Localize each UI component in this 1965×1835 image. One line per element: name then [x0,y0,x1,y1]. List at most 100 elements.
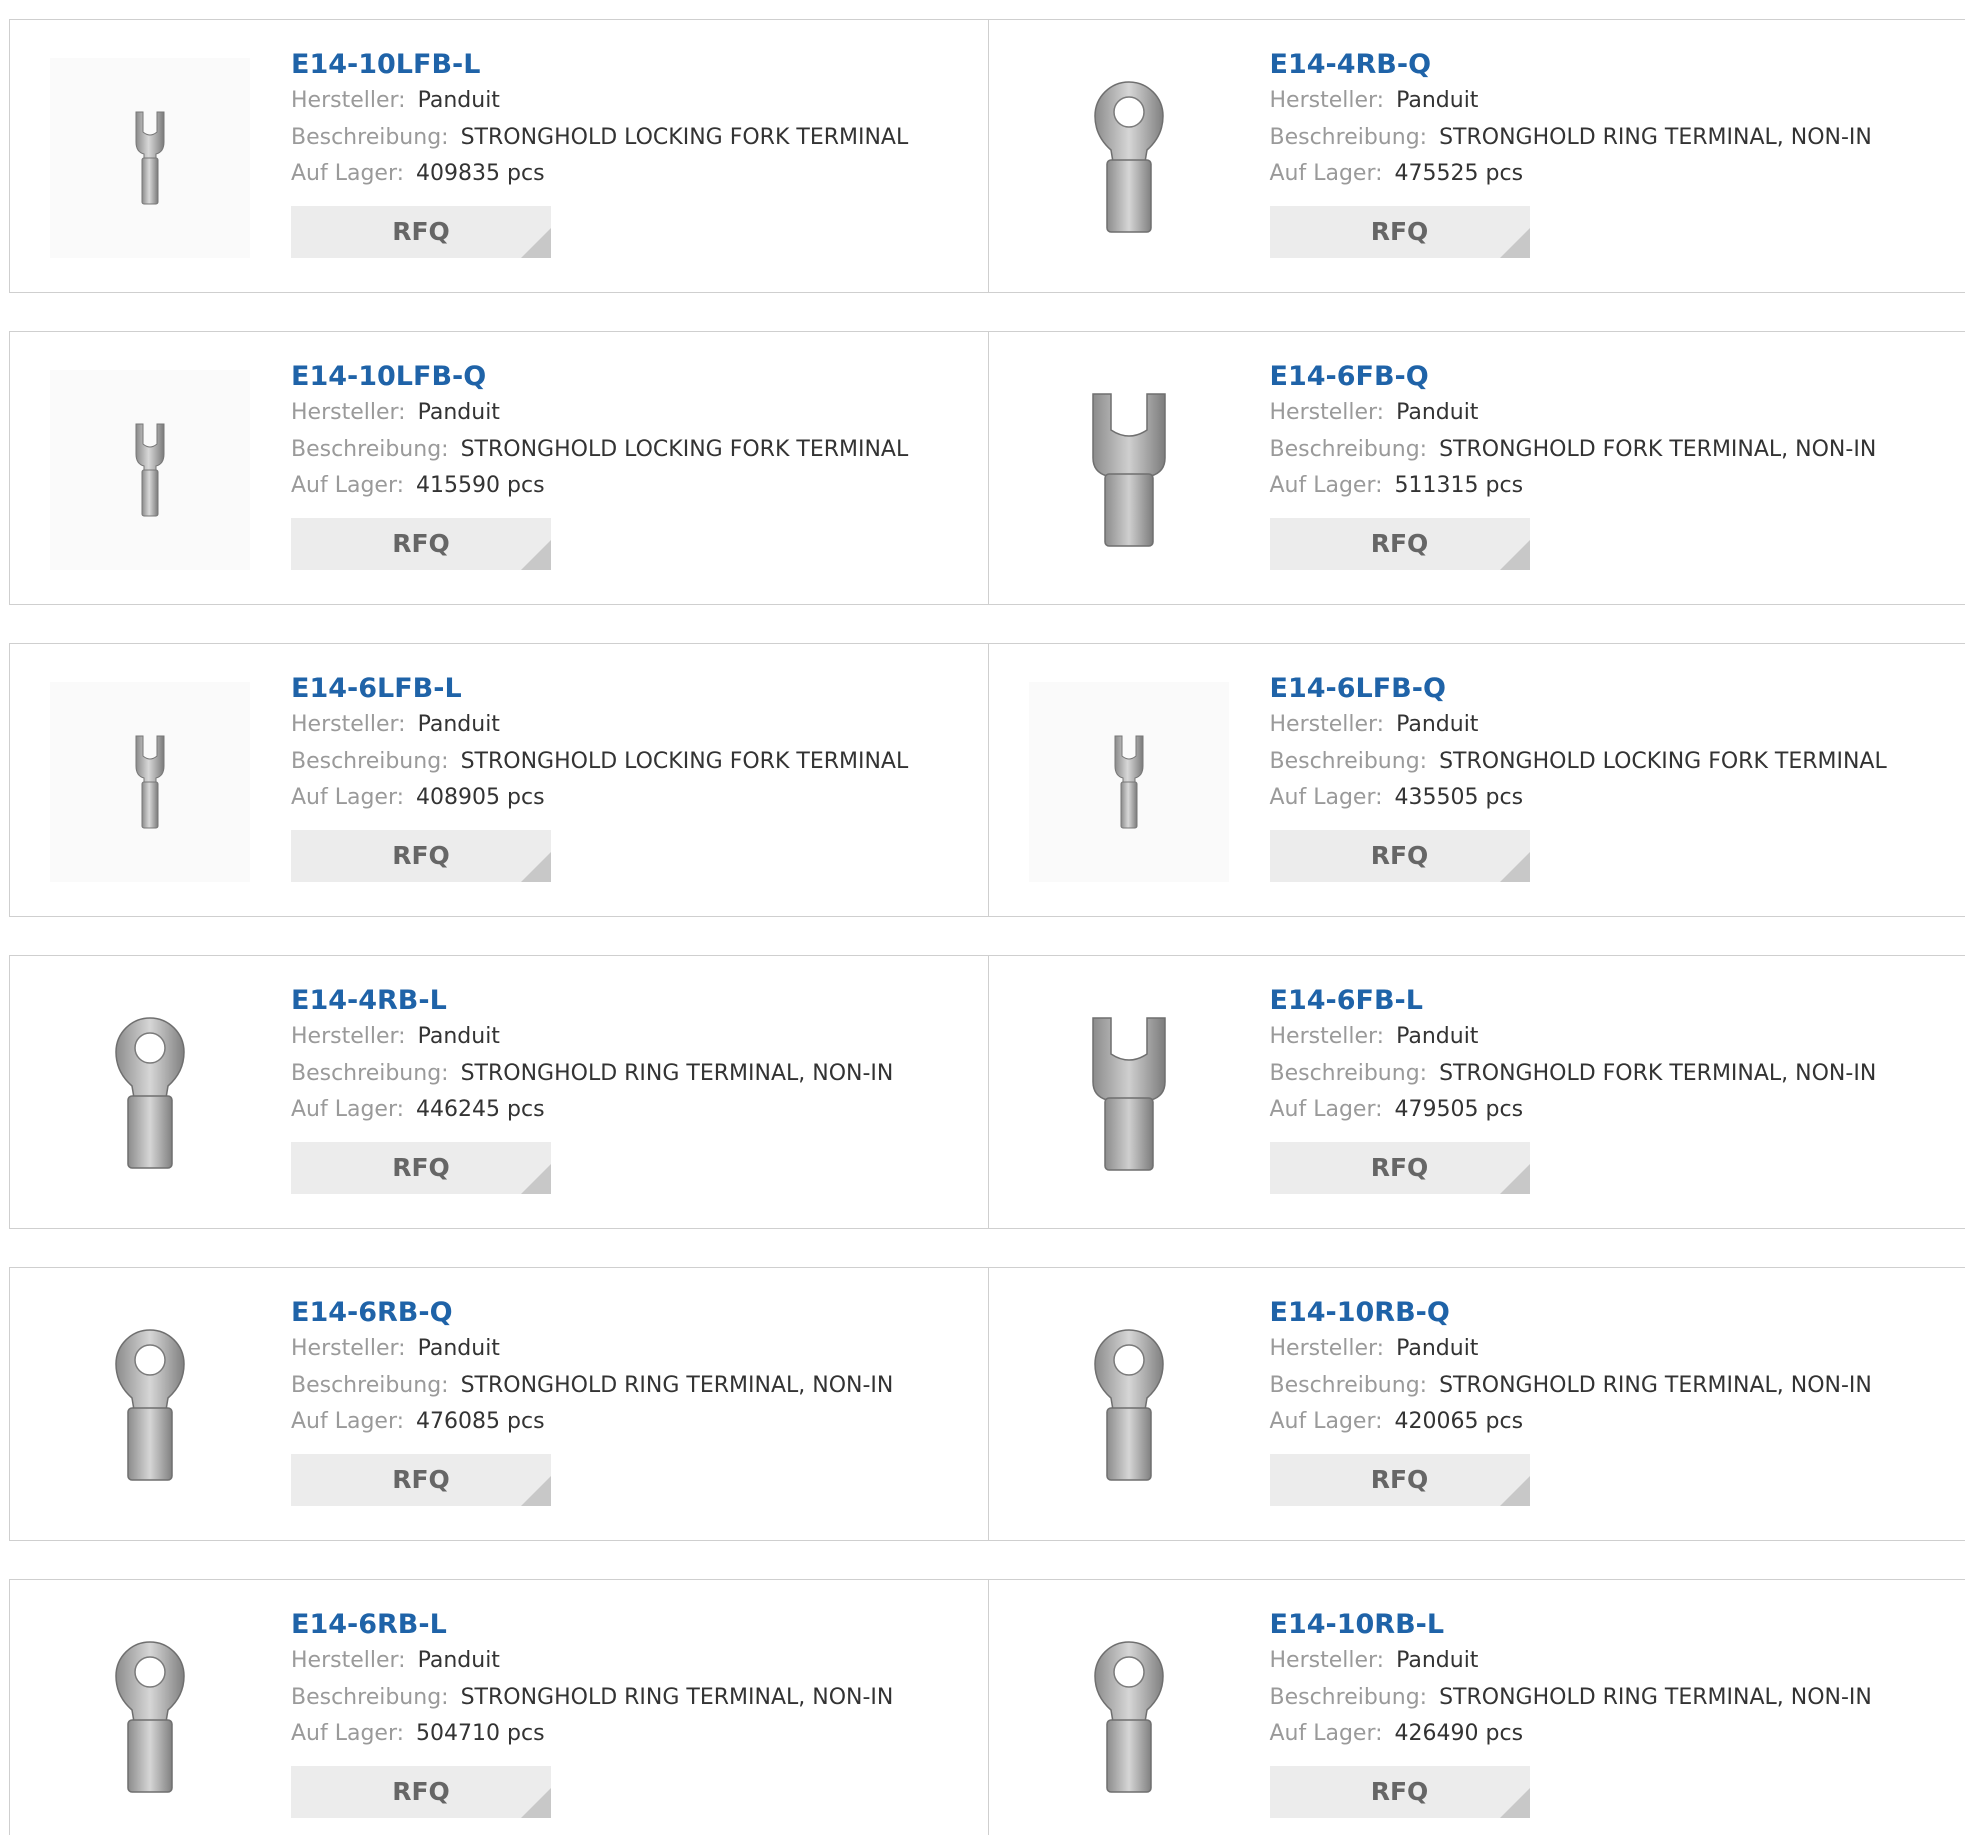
product-title-link[interactable]: E14-4RB-L [291,984,893,1018]
rfq-label: RFQ [392,1153,450,1182]
ring-terminal-icon [110,1638,190,1798]
manufacturer-row: Hersteller: Panduit [1270,394,1877,431]
description-value: STRONGHOLD RING TERMINAL, NON-IN [460,1685,894,1710]
product-image[interactable] [1029,1306,1229,1506]
product-image[interactable] [1029,994,1229,1194]
manufacturer-value: Panduit [1396,1336,1479,1361]
manufacturer-row: Hersteller: Panduit [1270,1330,1872,1367]
rfq-label: RFQ [1370,1153,1429,1182]
product-title-link[interactable]: E14-6FB-L [1270,984,1877,1018]
locking-fork-terminal-icon [130,732,170,832]
product-row: E14-10LFB-L Hersteller: Panduit Beschreibun… [9,19,1965,293]
product-image[interactable] [1029,1618,1229,1818]
description-row: Beschreibung: STRONGHOLD RING TERMINAL, N… [291,1679,893,1716]
corner-triangle-icon [521,1164,551,1194]
stock-label: Auf Lager: [1269,161,1383,186]
rfq-button[interactable]: RFQ [1269,1142,1530,1194]
rfq-button[interactable]: RFQ [291,830,551,882]
corner-triangle-icon [521,852,551,882]
stock-label: Auf Lager: [291,1721,405,1746]
stock-value: 446245 pcs [416,1097,545,1122]
corner-triangle-icon [1499,1788,1530,1818]
stock-row: Auf Lager: 409835 pcs [291,156,908,191]
rfq-button[interactable]: RFQ [291,1142,551,1194]
stock-row: Auf Lager: 415590 pcs [291,468,908,503]
description-label: Beschreibung: [1269,437,1428,462]
manufacturer-value: Panduit [417,400,500,425]
product-title-link[interactable]: E14-6RB-Q [291,1296,893,1330]
stock-value: 479505 pcs [1394,1097,1524,1122]
stock-row: Auf Lager: 435505 pcs [1270,780,1887,815]
corner-triangle-icon [1499,1164,1530,1194]
stock-label: Auf Lager: [1269,473,1383,498]
product-card: E14-6LFB-Q Hersteller: Panduit Beschreibung… [987,644,1965,916]
product-info: E14-6FB-Q Hersteller: Panduit Beschreibung:… [1269,360,1877,570]
product-row: E14-6RB-L Hersteller: Panduit Beschreibung:… [9,1579,1965,1835]
manufacturer-row: Hersteller: Panduit [291,1330,893,1367]
rfq-button[interactable]: RFQ [1269,1766,1530,1818]
product-title-link[interactable]: E14-6LFB-Q [1270,672,1887,706]
description-label: Beschreibung: [291,125,449,150]
product-image[interactable] [50,682,250,882]
rfq-button[interactable]: RFQ [1269,518,1530,570]
manufacturer-row: Hersteller: Panduit [291,394,908,431]
rfq-label: RFQ [1370,1465,1429,1494]
product-info: E14-10LFB-Q Hersteller: Panduit Beschreibun… [291,360,908,570]
manufacturer-value: Panduit [417,1024,500,1049]
manufacturer-row: Hersteller: Panduit [291,1018,893,1055]
product-title-link[interactable]: E14-6FB-Q [1270,360,1877,394]
product-info: E14-6LFB-Q Hersteller: Panduit Beschreibung… [1269,672,1887,882]
product-row: E14-6RB-Q Hersteller: Panduit Beschreibung:… [9,1267,1965,1541]
stock-label: Auf Lager: [1269,1097,1383,1122]
product-card: E14-6FB-Q Hersteller: Panduit Beschreibung:… [987,332,1965,604]
product-image[interactable] [50,1618,250,1818]
product-title-link[interactable]: E14-10LFB-L [291,48,908,82]
product-card: E14-10LFB-L Hersteller: Panduit Beschreibun… [10,20,988,292]
product-image[interactable] [1029,58,1229,258]
stock-label: Auf Lager: [291,785,405,810]
rfq-button[interactable]: RFQ [1269,1454,1530,1506]
product-card: E14-4RB-L Hersteller: Panduit Beschreibung:… [10,956,988,1228]
product-card: E14-6RB-Q Hersteller: Panduit Beschreibung:… [10,1268,988,1540]
product-title-link[interactable]: E14-10RB-Q [1270,1296,1872,1330]
product-image[interactable] [1028,682,1229,882]
product-title-link[interactable]: E14-4RB-Q [1270,48,1872,82]
description-value: STRONGHOLD LOCKING FORK TERMINAL [460,749,909,774]
description-value: STRONGHOLD LOCKING FORK TERMINAL [460,125,909,150]
product-title-link[interactable]: E14-10LFB-Q [291,360,908,394]
description-label: Beschreibung: [1269,1685,1428,1710]
corner-triangle-icon [521,1788,551,1818]
stock-label: Auf Lager: [291,1409,405,1434]
rfq-button[interactable]: RFQ [1269,830,1530,882]
description-value: STRONGHOLD RING TERMINAL, NON-IN [460,1061,894,1086]
description-label: Beschreibung: [1269,1061,1428,1086]
product-image[interactable] [50,1306,250,1506]
description-value: STRONGHOLD RING TERMINAL, NON-IN [1439,125,1872,150]
rfq-button[interactable]: RFQ [291,518,551,570]
rfq-button[interactable]: RFQ [291,206,551,258]
manufacturer-value: Panduit [1396,712,1479,737]
product-card: E14-6RB-L Hersteller: Panduit Beschreibung:… [10,1580,988,1835]
rfq-label: RFQ [392,1777,450,1806]
manufacturer-label: Hersteller: [1269,88,1385,113]
product-image[interactable] [1029,370,1229,570]
rfq-button[interactable]: RFQ [291,1454,551,1506]
product-title-link[interactable]: E14-6LFB-L [291,672,908,706]
description-row: Beschreibung: STRONGHOLD FORK TERMINAL, N… [1270,1055,1877,1092]
description-value: STRONGHOLD RING TERMINAL, NON-IN [460,1373,894,1398]
stock-value: 408905 pcs [416,785,545,810]
product-image[interactable] [50,370,250,570]
product-title-link[interactable]: E14-6RB-L [291,1608,893,1642]
product-title-link[interactable]: E14-10RB-L [1270,1608,1872,1642]
product-image[interactable] [50,58,250,258]
product-image[interactable] [50,994,250,1194]
rfq-button[interactable]: RFQ [291,1766,551,1818]
product-card: E14-6LFB-L Hersteller: Panduit Beschreibung… [10,644,988,916]
rfq-button[interactable]: RFQ [1269,206,1530,258]
description-value: STRONGHOLD FORK TERMINAL, NON-IN [1439,1061,1877,1086]
stock-row: Auf Lager: 426490 pcs [1270,1716,1872,1751]
product-info: E14-6RB-Q Hersteller: Panduit Beschreibung:… [291,1296,893,1506]
description-row: Beschreibung: STRONGHOLD RING TERMINAL, N… [1270,119,1872,156]
stock-label: Auf Lager: [1269,785,1383,810]
manufacturer-label: Hersteller: [1269,1024,1385,1049]
